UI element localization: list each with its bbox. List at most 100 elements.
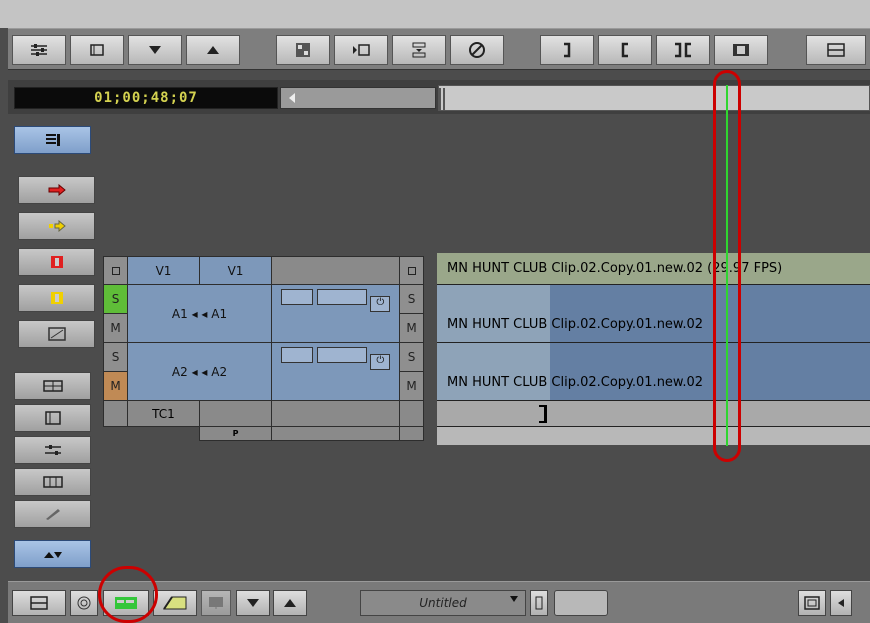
up-arrow-icon xyxy=(207,46,219,54)
stack-icon xyxy=(30,596,48,610)
timeline-toolbar xyxy=(8,28,870,70)
effect-mode-button[interactable] xyxy=(153,590,197,616)
list-icon xyxy=(45,134,60,146)
lift-button[interactable] xyxy=(392,35,446,65)
overwrite-button[interactable] xyxy=(18,212,95,240)
zoom-slider-icon xyxy=(535,596,543,610)
effect-edit-button[interactable] xyxy=(14,500,91,528)
monitor-icon xyxy=(209,597,223,609)
extract-button[interactable] xyxy=(18,248,95,276)
tc-controls-blank xyxy=(271,400,400,427)
track-panel-toggle[interactable] xyxy=(14,126,91,154)
a1-solo-right[interactable]: S xyxy=(399,284,424,314)
power-icon: ⏻ xyxy=(370,296,391,312)
a1-track-patch[interactable]: A1 ◂ ◂ A1 xyxy=(127,284,272,343)
a1-solo-toggle[interactable]: S xyxy=(103,284,128,314)
timecode-track-row[interactable] xyxy=(437,401,870,427)
video-monitor-toggle[interactable] xyxy=(399,256,424,285)
video-clip[interactable]: MN HUNT CLUB Clip.02.Copy.01.new.02 (29.… xyxy=(437,253,870,285)
timecode-row: 01;00;48;07 xyxy=(8,80,870,114)
track-patch-panel: V1 V1 S A1 ◂ ◂ A1 ⏻ S M M S A2 ◂ ◂ A2 ⏻ … xyxy=(103,256,424,441)
mark-clip-icon xyxy=(353,44,370,56)
monitor-button[interactable] xyxy=(14,468,91,496)
power-icon: ⏻ xyxy=(370,354,391,370)
a2-solo-right[interactable]: S xyxy=(399,342,424,372)
track-lock-toggle[interactable] xyxy=(103,256,128,285)
yellow-clip-icon xyxy=(50,292,63,304)
trim-button[interactable] xyxy=(656,35,710,65)
timeline-view-button[interactable] xyxy=(103,590,149,616)
left-arrow-icon xyxy=(838,599,844,607)
pencil-icon xyxy=(45,509,60,520)
scale-handle[interactable] xyxy=(439,88,445,110)
clear-marks-button[interactable] xyxy=(450,35,504,65)
scroll-down-button[interactable] xyxy=(236,590,270,616)
mark-out-button[interactable] xyxy=(540,35,594,65)
stack-view-button[interactable] xyxy=(12,590,66,616)
effect-button[interactable] xyxy=(276,35,330,65)
a1-audio-controls[interactable]: ⏻ xyxy=(271,284,400,343)
stack-button[interactable] xyxy=(806,35,866,65)
timeline-ruler[interactable] xyxy=(280,87,436,109)
a2-solo-toggle[interactable]: S xyxy=(103,342,128,372)
clip-icon xyxy=(90,44,104,56)
mark-in-icon xyxy=(621,42,628,58)
bottom-toolbar: Untitled xyxy=(8,581,870,623)
volume-keyframe-icon xyxy=(316,289,367,305)
settings-sliders-icon xyxy=(31,44,47,56)
track-settings-button[interactable] xyxy=(14,436,91,464)
position-indicator[interactable] xyxy=(726,253,728,446)
a2-mute-right[interactable]: M xyxy=(399,371,424,401)
video-quality-button[interactable] xyxy=(18,320,95,348)
record-track-v1[interactable]: V1 xyxy=(199,256,272,285)
scroll-left-button[interactable] xyxy=(830,590,852,616)
title-strip xyxy=(0,0,870,28)
timecode-display: 01;00;48;07 xyxy=(14,87,278,109)
lift-icon xyxy=(412,42,426,58)
up-arrow-icon xyxy=(284,599,296,607)
clip-button[interactable] xyxy=(70,35,124,65)
target-icon xyxy=(77,596,91,610)
scroll-button[interactable] xyxy=(14,540,91,568)
move-up-button[interactable] xyxy=(186,35,240,65)
a2-clip[interactable]: MN HUNT CLUB Clip.02.Copy.01.new.02 xyxy=(437,343,870,401)
timecode-track-label[interactable]: TC1 xyxy=(127,400,200,427)
zoom-slider[interactable] xyxy=(554,590,608,616)
a2-mute-toggle[interactable]: M xyxy=(103,371,128,401)
monitor-button-disabled[interactable] xyxy=(201,590,231,616)
volume-keyframe-icon xyxy=(316,347,367,363)
a2-audio-controls[interactable]: ⏻ xyxy=(271,342,400,401)
fit-window-button[interactable] xyxy=(798,590,826,616)
lift-clip-button[interactable] xyxy=(18,284,95,312)
a2-track-patch[interactable]: A2 ◂ ◂ A2 xyxy=(127,342,272,401)
video-track-controls xyxy=(271,256,400,285)
settings-sliders-button[interactable] xyxy=(12,35,66,65)
clip-view-button[interactable] xyxy=(14,404,91,432)
mark-clip-button[interactable] xyxy=(334,35,388,65)
mark-in-button[interactable] xyxy=(598,35,652,65)
bin-name: Untitled xyxy=(419,596,467,610)
tc-blank xyxy=(103,400,128,427)
a2-clip-label: MN HUNT CLUB Clip.02.Copy.01.new.02 xyxy=(447,375,704,390)
a2-record-label: A2 xyxy=(211,364,228,379)
move-down-button[interactable] xyxy=(128,35,182,65)
a1-mute-toggle[interactable]: M xyxy=(103,313,128,343)
bin-selector[interactable]: Untitled xyxy=(360,590,526,616)
split-view-button[interactable] xyxy=(14,372,91,400)
effect-icon xyxy=(296,43,310,57)
zoom-toggle[interactable] xyxy=(530,590,548,616)
splice-in-button[interactable] xyxy=(18,176,95,204)
segment-button[interactable] xyxy=(714,35,768,65)
play-left-icon xyxy=(289,93,295,103)
video-monitor-icon xyxy=(47,327,66,341)
record-button[interactable] xyxy=(70,590,98,616)
a1-clip[interactable]: MN HUNT CLUB Clip.02.Copy.01.new.02 xyxy=(437,285,870,343)
source-track-v1[interactable]: V1 xyxy=(127,256,200,285)
settings-sliders-icon xyxy=(44,445,61,455)
scroll-up-button[interactable] xyxy=(273,590,307,616)
patch-blank xyxy=(271,426,400,441)
patch-row xyxy=(437,427,870,445)
speaker-icon: ◂ ◂ xyxy=(191,306,212,321)
timeline-scale-bar[interactable] xyxy=(438,85,870,111)
a1-mute-right[interactable]: M xyxy=(399,313,424,343)
